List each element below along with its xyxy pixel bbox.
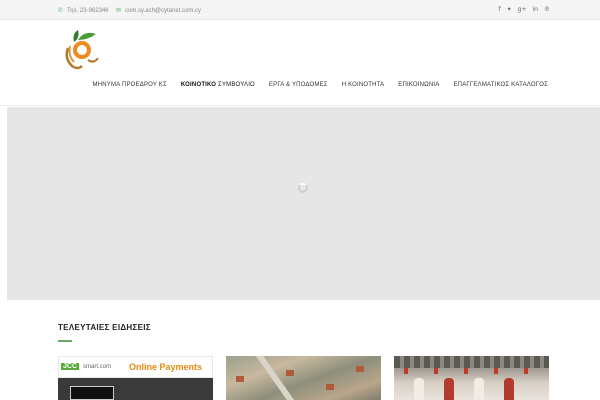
roof-shape [286,370,294,376]
card-thumbnail [70,386,114,400]
nav-contact[interactable]: ΕΠΙΚΟΙΝΩΝΙΑ [398,82,439,88]
nav-projects[interactable]: ΕΡΓΑ & ΥΠΟΔΟΜΕΣ [269,82,328,88]
linkedin-icon[interactable]: in [533,6,538,13]
jcc-smart-text: smart.com [83,364,112,370]
jcc-banner: JCC smart.com Online Payments [58,356,213,378]
site-header: ΜΗΝΥΜΑ ΠΡΟΕΔΡΟΥ ΚΣ ΚΟΙΝΟΤΙΚΟ ΣΥΜΒΟΥΛΙΟ Ε… [0,20,600,106]
email-address[interactable]: com.sy.ach@cytanet.com.cy [125,8,201,14]
email-contact[interactable]: ✉ com.sy.ach@cytanet.com.cy [116,7,201,15]
news-card-online-payments[interactable]: JCC smart.com Online Payments [58,356,213,400]
hero-slider[interactable] [7,107,600,300]
flag-shape [464,368,468,374]
top-bar: ✆ Τηλ. 23-962346 ✉ com.sy.ach@cytanet.co… [0,0,600,20]
phone-icon: ✆ [58,8,64,14]
tent-shape [394,356,549,368]
community-logo[interactable] [60,28,100,70]
event-photo [394,356,549,400]
online-payments-text: Online Payments [129,362,203,372]
news-card-event[interactable] [394,356,549,400]
main-nav: ΜΗΝΥΜΑ ΠΡΟΕΔΡΟΥ ΚΣ ΚΟΙΝΟΤΙΚΟ ΣΥΜΒΟΥΛΙΟ Ε… [93,82,548,88]
title-underline [58,340,72,342]
road-shape [256,356,296,400]
nav-president-message[interactable]: ΜΗΝΥΜΑ ΠΡΟΕΔΡΟΥ ΚΣ [93,82,167,88]
phone-number: Τηλ. 23-962346 [67,7,109,14]
pinterest-icon[interactable]: ℗ [544,6,550,13]
nav-community-council[interactable]: ΚΟΙΝΟΤΙΚΟ ΣΥΜΒΟΥΛΙΟ [181,82,255,88]
flag-shape [524,368,528,374]
aerial-village-image [226,356,381,400]
nav-community-council-rest: ΣΥΜΒΟΥΛΙΟ [216,82,255,88]
loading-spinner-icon [298,183,308,193]
person-shape [414,378,424,400]
twitter-icon[interactable]: ✦ [507,6,512,13]
nav-community[interactable]: Η ΚΟΙΝΟΤΗΤΑ [342,82,385,88]
social-links: f ✦ g+ in ℗ [499,6,550,13]
flag-shape [494,368,498,374]
person-shape [474,378,484,400]
roof-shape [356,366,364,372]
flag-shape [434,368,438,374]
latest-news-title: ΤΕΛΕΥΤΑΙΕΣ ΕΙΔΗΣΕΙΣ [58,323,151,332]
envelope-icon: ✉ [116,8,122,14]
roof-shape [326,384,334,390]
facebook-icon[interactable]: f [499,6,501,13]
nav-business-directory[interactable]: ΕΠΑΓΓΕΛΜΑΤΙΚΟΣ ΚΑΤΑΛΟΓΟΣ [453,82,548,88]
roof-shape [236,376,244,382]
person-shape [444,378,454,400]
jcc-logo: JCC [61,363,80,370]
googleplus-icon[interactable]: g+ [518,6,527,13]
flag-shape [404,368,408,374]
phone-contact: ✆ Τηλ. 23-962346 [58,7,109,15]
person-shape [504,378,514,400]
news-card-aerial[interactable] [226,356,381,400]
nav-community-council-bold: ΚΟΙΝΟΤΙΚΟ [180,82,217,88]
